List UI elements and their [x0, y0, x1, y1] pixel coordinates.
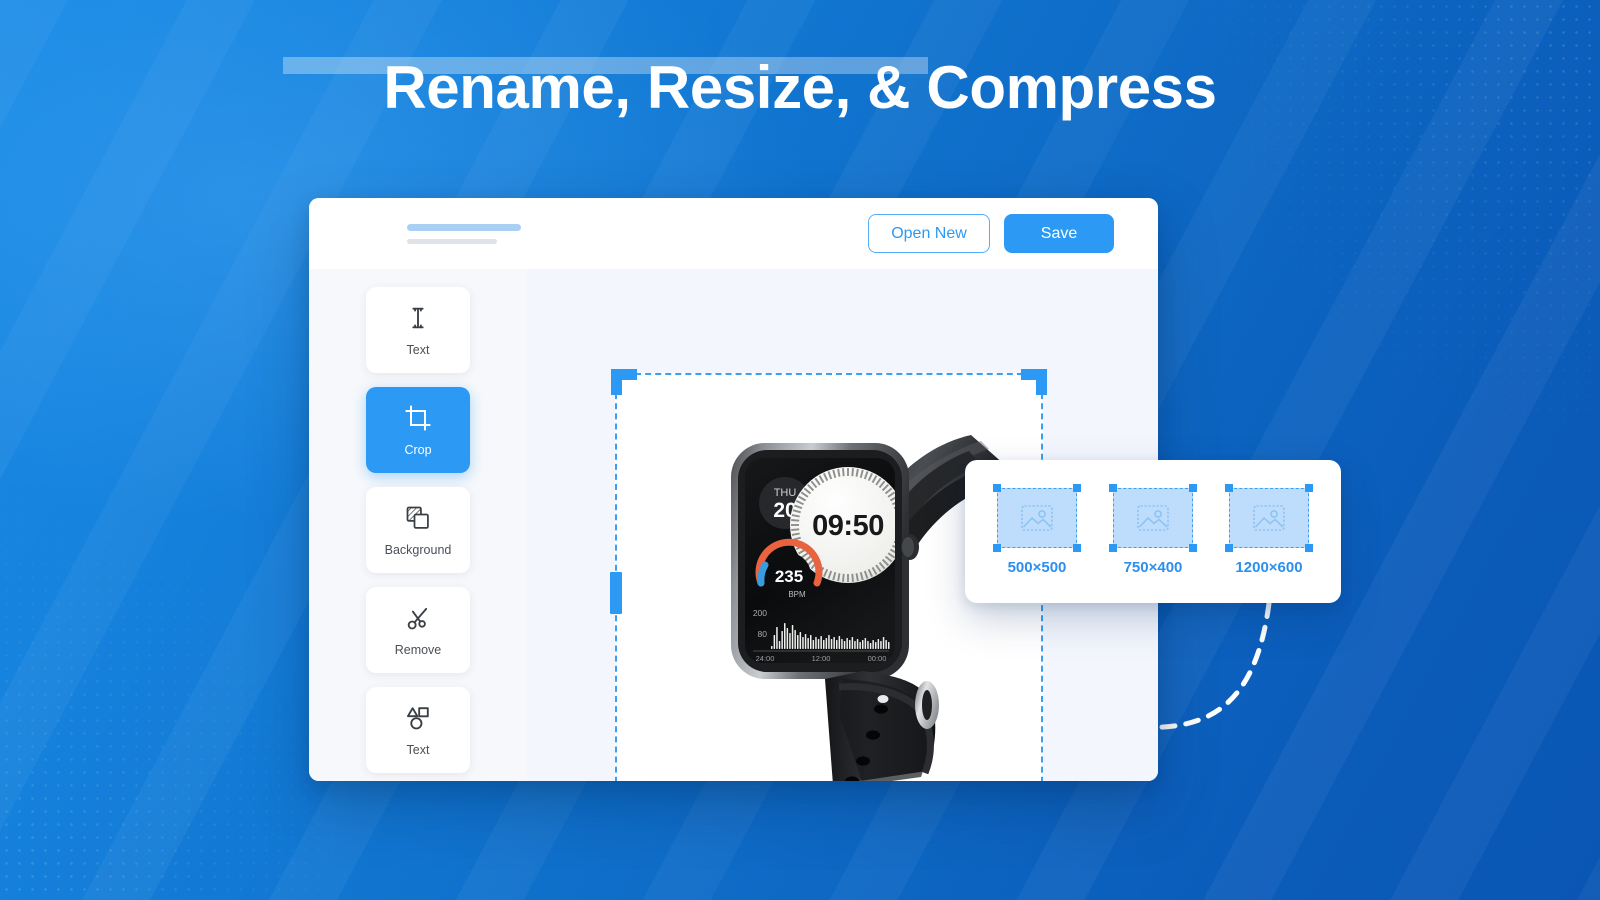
preset-corner-handle	[1225, 483, 1233, 492]
sidebar-item-crop[interactable]: Crop	[366, 387, 470, 473]
scissors-icon	[407, 607, 428, 629]
watch-heart-rate-unit: BPM	[788, 590, 806, 599]
sidebar-item-shapes[interactable]: Text	[366, 687, 470, 773]
preset-corner-handle	[1305, 483, 1313, 492]
preset-corner-handle	[1189, 543, 1197, 552]
image-placeholder-icon	[1253, 504, 1285, 531]
preset-corner-handle	[1073, 483, 1081, 492]
page-title-container: Rename, Resize, & Compress	[0, 55, 1600, 121]
title-skeleton-placeholder	[407, 223, 521, 244]
watch-day-label: THU	[774, 487, 797, 499]
layers-icon	[406, 506, 429, 529]
open-new-button[interactable]: Open New	[868, 214, 990, 253]
image-placeholder-icon	[1137, 504, 1169, 531]
preset-label: 500×500	[1007, 558, 1067, 576]
page-title: Rename, Resize, & Compress	[383, 54, 1217, 121]
watch-heart-rate: 235	[775, 567, 803, 586]
watch-time: 09:50	[812, 510, 884, 542]
preset-thumbnail	[1225, 483, 1313, 552]
header-actions: Open New Save	[868, 214, 1114, 253]
preset-label: 1200×600	[1235, 558, 1303, 576]
preset-option[interactable]: 1200×600	[1225, 483, 1313, 576]
preset-corner-handle	[1189, 483, 1197, 492]
sidebar-item-text[interactable]: Text	[366, 287, 470, 373]
preset-thumbnail	[1109, 483, 1197, 552]
skeleton-bar-primary	[407, 223, 521, 231]
watch-chart-x-left: 24:00	[756, 654, 775, 663]
preset-thumbnail	[993, 483, 1081, 552]
preset-label: 750×400	[1123, 558, 1183, 576]
app-header: Open New Save	[309, 198, 1158, 269]
skeleton-bar-secondary	[407, 238, 497, 244]
sidebar-item-label: Text	[406, 342, 430, 357]
crop-handle-left-middle[interactable]	[610, 572, 622, 614]
shapes-icon	[407, 706, 429, 729]
sidebar-item-remove[interactable]: Remove	[366, 587, 470, 673]
preset-corner-handle	[1109, 483, 1117, 492]
tool-sidebar: Text Crop Background Remove Text	[309, 269, 527, 781]
crop-handle-top-left[interactable]	[611, 369, 641, 399]
preset-option[interactable]: 500×500	[993, 483, 1081, 576]
watch-chart-x-right: 00:00	[868, 654, 887, 663]
preset-corner-handle	[993, 543, 1001, 552]
sidebar-item-label: Background	[384, 542, 452, 557]
preset-corner-handle	[993, 483, 1001, 492]
crop-handle-top-right[interactable]	[1017, 369, 1047, 399]
save-button[interactable]: Save	[1004, 214, 1114, 253]
preset-option[interactable]: 750×400	[1109, 483, 1197, 576]
sidebar-item-background[interactable]: Background	[366, 487, 470, 573]
image-placeholder-icon	[1021, 504, 1053, 531]
preset-corner-handle	[1305, 543, 1313, 552]
sidebar-item-label: Remove	[394, 642, 442, 657]
sidebar-item-label: Crop	[404, 442, 432, 457]
watch-chart-y-top: 200	[753, 608, 767, 618]
preset-corner-handle	[1225, 543, 1233, 552]
preset-corner-handle	[1109, 543, 1117, 552]
size-presets-panel: 500×500 750×400 1200×600	[965, 460, 1341, 603]
watch-chart-y-bottom: 80	[758, 629, 768, 639]
text-cursor-icon	[412, 307, 424, 328]
watch-chart-x-mid: 12:00	[812, 654, 831, 663]
sidebar-item-label: Text	[406, 742, 430, 757]
preset-corner-handle	[1073, 543, 1081, 552]
crop-icon	[405, 404, 431, 431]
